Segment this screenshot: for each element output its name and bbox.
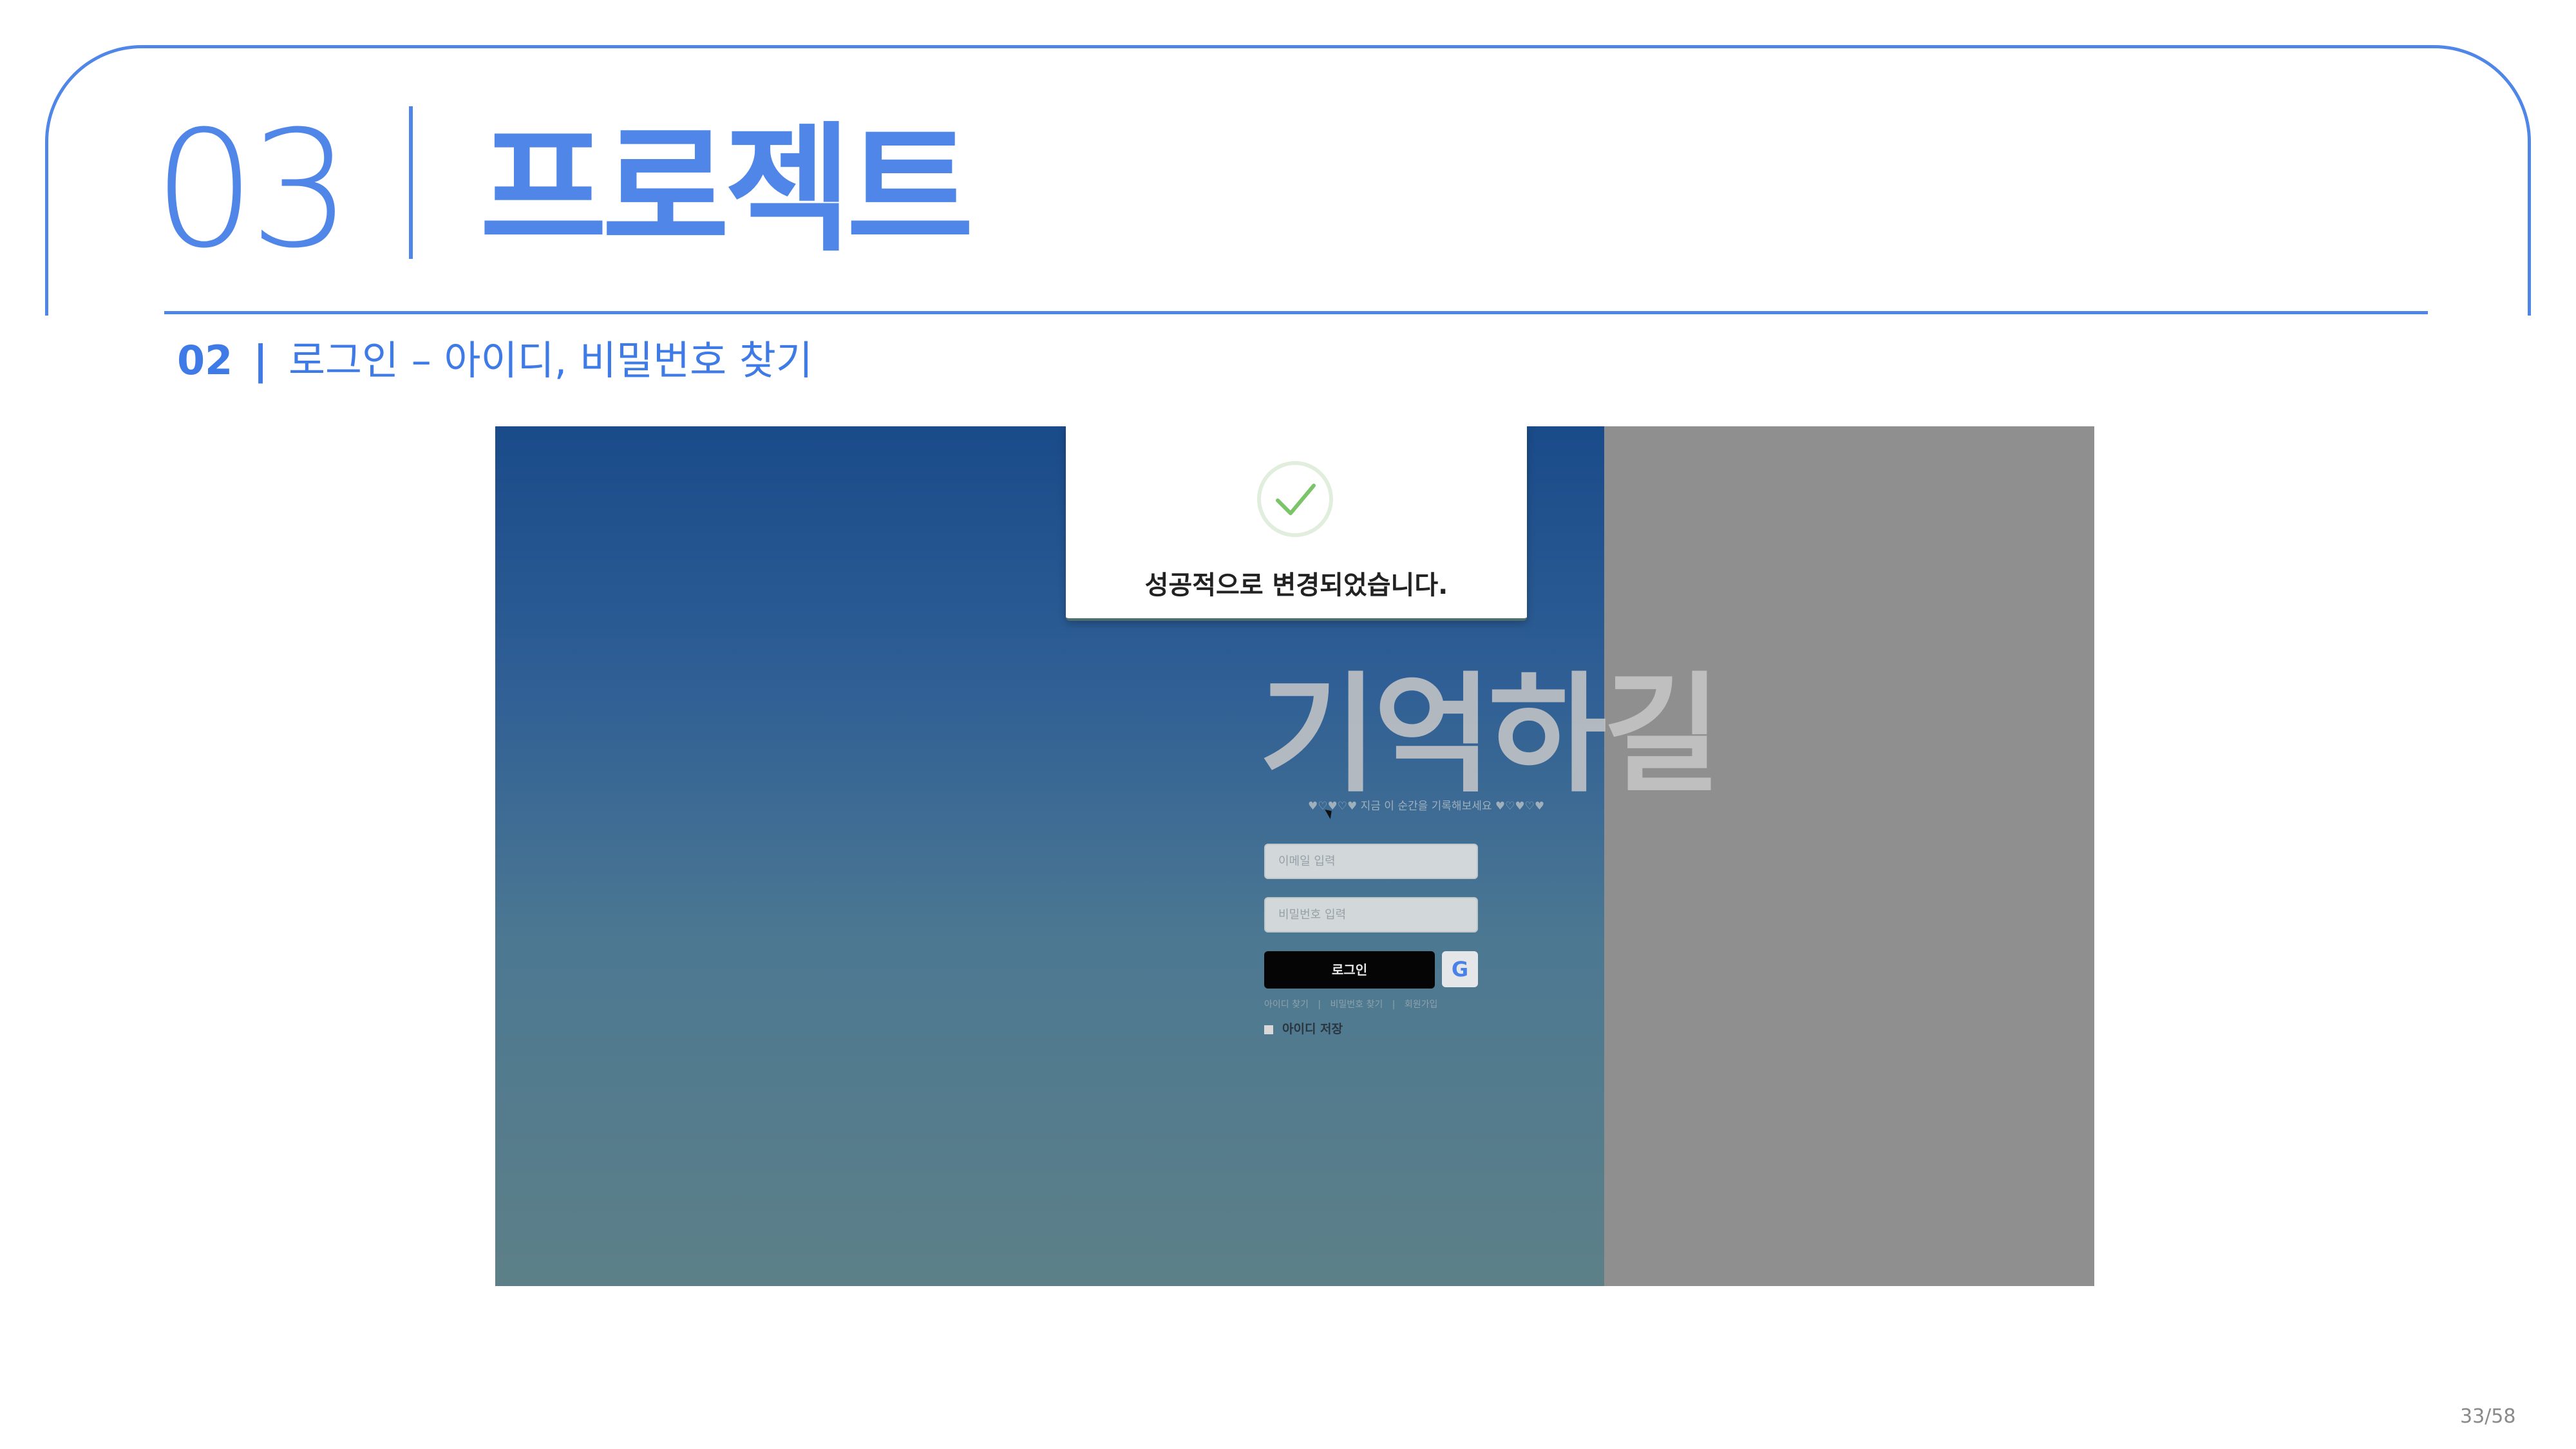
- google-login-button[interactable]: G: [1442, 951, 1478, 987]
- page-indicator: 33/58: [2460, 1405, 2516, 1428]
- success-modal: 성공적으로 변경되었습니다.: [1066, 426, 1527, 621]
- section-number: 03: [153, 96, 352, 283]
- find-password-link[interactable]: 비밀번호 찾기: [1330, 999, 1383, 1010]
- remember-checkbox[interactable]: [1264, 1025, 1273, 1034]
- modal-message: 성공적으로 변경되었습니다.: [1144, 571, 1448, 600]
- title-divider: [409, 106, 413, 259]
- link-separator: |: [1318, 999, 1321, 1010]
- google-icon: G: [1451, 957, 1469, 981]
- login-screenshot: 기억하길 ♥♡♥♡♥ 지금 이 순간을 기록해보세요 ♥♡♥♡♥ 이메일 입력 …: [495, 426, 2094, 1286]
- app-logo-text: 기억하길: [1259, 660, 1721, 810]
- find-id-link[interactable]: 아이디 찾기: [1264, 999, 1309, 1010]
- slide: 03 프로젝트 02 | 로그인 – 아이디, 비밀번호 찾기 기억하길 ♥♡♥♡♥…: [0, 0, 2576, 1449]
- screenshot-dim-overlay: [1604, 426, 2094, 1286]
- email-input[interactable]: 이메일 입력: [1264, 844, 1478, 879]
- subtitle: 02 | 로그인 – 아이디, 비밀번호 찾기: [177, 332, 813, 390]
- app-tagline: ♥♡♥♡♥ 지금 이 순간을 기록해보세요 ♥♡♥♡♥: [1308, 800, 1545, 813]
- signup-link[interactable]: 회원가입: [1405, 999, 1438, 1010]
- check-circle-icon: [1257, 461, 1333, 537]
- link-separator: |: [1392, 999, 1396, 1010]
- section-title: 프로젝트: [480, 109, 974, 270]
- subtitle-text: 로그인 – 아이디, 비밀번호 찾기: [288, 337, 813, 384]
- remember-label: 아이디 저장: [1282, 1022, 1343, 1036]
- header-frame: [45, 45, 2531, 316]
- header-rule: [164, 311, 2428, 314]
- remember-id[interactable]: 아이디 저장: [1264, 1021, 1343, 1037]
- password-input[interactable]: 비밀번호 입력: [1264, 897, 1478, 933]
- auth-links: 아이디 찾기 | 비밀번호 찾기 | 회원가입: [1264, 998, 1444, 1011]
- subtitle-separator: |: [253, 337, 268, 384]
- subtitle-number: 02: [177, 337, 233, 384]
- login-button[interactable]: 로그인: [1264, 951, 1435, 989]
